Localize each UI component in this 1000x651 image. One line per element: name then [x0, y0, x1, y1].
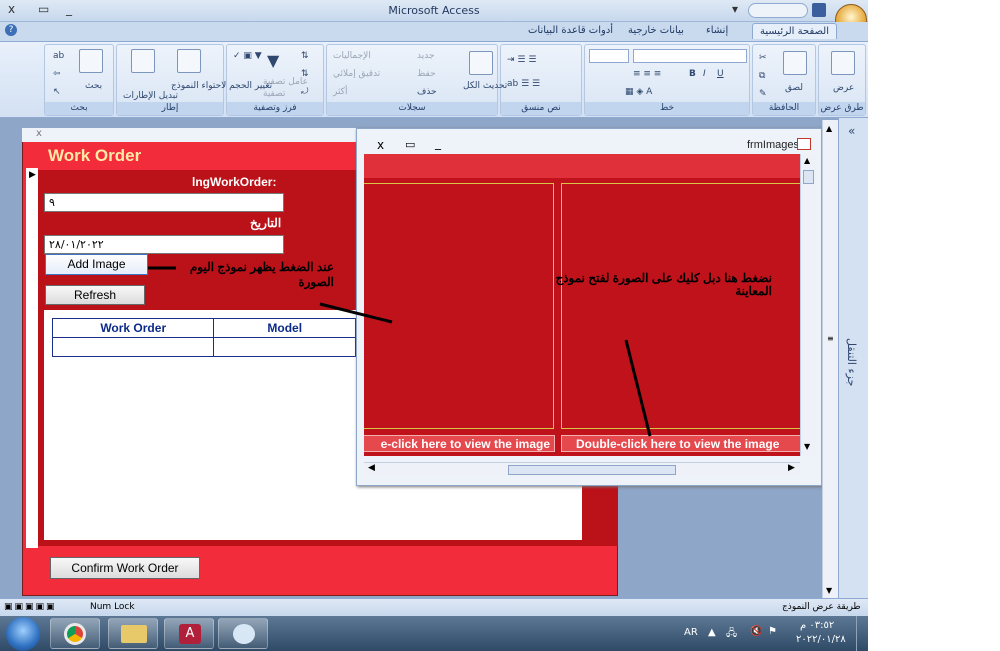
nav-pane-expand-icon[interactable]: « [848, 124, 855, 138]
nav-pane-label: جزء التنقل [845, 338, 858, 387]
explorer-taskbar-icon[interactable] [108, 618, 158, 649]
chrome-taskbar-icon[interactable] [50, 618, 100, 649]
navigation-pane[interactable]: « جزء التنقل [838, 118, 868, 598]
num-lock-indicator: Num Lock [90, 602, 135, 612]
status-bar: ▣▣▣▣▣ Num Lock طريقة عرض النموذج [0, 598, 868, 616]
action-center-icon[interactable]: ⚑ [768, 626, 777, 637]
paint-icon [233, 624, 255, 644]
show-hidden-icons[interactable]: ▲ [708, 627, 716, 638]
main-scroll-grip-icon[interactable]: ≡ [827, 334, 834, 343]
main-scroll-up-icon[interactable]: ▲ [826, 124, 832, 133]
network-icon[interactable]: 🖧 [726, 626, 737, 643]
taskbar: A AR ▲ 🖧 🔇 ⚑ ٠٣:٥٢ م ٢٠٢٢/٠١/٢٨ [0, 616, 868, 651]
arrow-line-double-click [624, 339, 652, 437]
main-scroll-down-icon[interactable]: ▼ [826, 586, 832, 595]
paint-taskbar-icon[interactable] [218, 618, 268, 649]
clock-date[interactable]: ٢٠٢٢/٠١/٢٨ [796, 634, 846, 645]
start-button[interactable] [6, 617, 40, 651]
volume-icon[interactable]: 🔇 [750, 626, 762, 637]
main-vertical-scrollbar[interactable]: ▲ ≡ ▼ [822, 120, 838, 598]
view-switcher-icons[interactable]: ▣▣▣▣▣ [4, 602, 57, 612]
clock-time[interactable]: ٠٣:٥٢ م [800, 620, 834, 631]
show-desktop-button[interactable] [856, 616, 868, 651]
arrow-line-popup [319, 302, 393, 324]
language-indicator[interactable]: AR [684, 627, 698, 638]
status-view-name: طريقة عرض النموذج [782, 602, 861, 612]
access-taskbar-icon[interactable]: A [164, 618, 214, 649]
folder-icon [121, 625, 147, 643]
chrome-icon [64, 623, 86, 645]
access-icon: A [179, 624, 201, 644]
